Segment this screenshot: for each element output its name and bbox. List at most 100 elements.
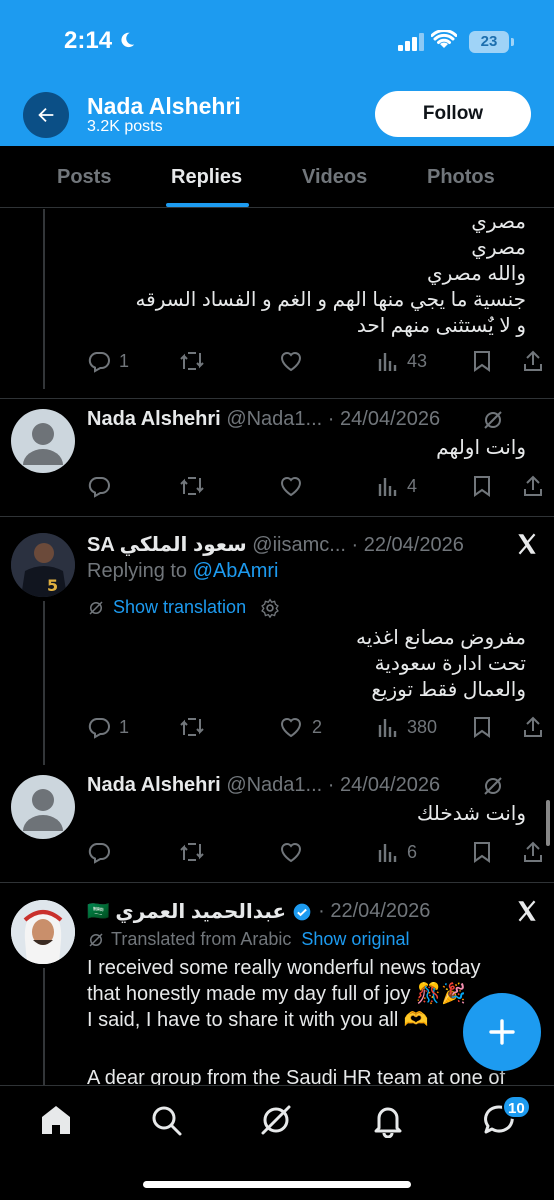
scrollbar-thumb[interactable] bbox=[546, 800, 550, 846]
views-button[interactable]: 4 bbox=[377, 471, 417, 501]
reply-count: 1 bbox=[119, 350, 130, 371]
tab-videos[interactable]: Videos bbox=[302, 146, 367, 208]
avatar[interactable] bbox=[11, 900, 75, 964]
replying-to-handle[interactable]: @AbAmri bbox=[193, 560, 279, 582]
battery-nub bbox=[511, 38, 514, 46]
views-count: 4 bbox=[407, 475, 418, 496]
default-avatar-icon bbox=[23, 789, 63, 831]
post-date[interactable]: · 22/04/2026 bbox=[352, 534, 464, 556]
compose-icon bbox=[489, 1019, 515, 1045]
post-date[interactable]: · 24/04/2026 bbox=[328, 408, 440, 430]
post-text-line: و لا يٌستثنى منهم احد bbox=[356, 315, 526, 337]
bookmark-icon bbox=[474, 717, 490, 738]
reply-count: 1 bbox=[119, 716, 130, 737]
home-icon[interactable] bbox=[38, 1102, 74, 1138]
reply-button[interactable]: 1 bbox=[87, 346, 129, 376]
profile-name: Nada Alshehri bbox=[87, 93, 241, 119]
views-button[interactable]: 43 bbox=[377, 346, 427, 376]
compose-button[interactable] bbox=[463, 993, 541, 1071]
player-avatar-image: 5 bbox=[11, 533, 75, 597]
translated-from-label: Translated from Arabic bbox=[111, 929, 292, 949]
bookmark-button[interactable] bbox=[472, 712, 492, 742]
reply-button[interactable] bbox=[87, 837, 111, 867]
replying-prefix: Replying to bbox=[87, 560, 188, 582]
views-icon bbox=[378, 478, 397, 496]
author-handle[interactable]: @Nada1... bbox=[226, 408, 322, 430]
share-button[interactable] bbox=[522, 471, 544, 501]
author-handle[interactable]: @iisamc... bbox=[252, 534, 346, 556]
grok-icon[interactable] bbox=[481, 408, 505, 432]
like-button[interactable] bbox=[278, 837, 304, 867]
tab-replies[interactable]: Replies bbox=[171, 146, 242, 208]
post-author-line: SA سعود الملكي @iisamc... · 22/04/2026 bbox=[87, 532, 464, 557]
author-handle[interactable]: @Nada1... bbox=[226, 774, 322, 796]
follow-button[interactable]: Follow bbox=[375, 91, 531, 137]
author-name[interactable]: Nada Alshehri bbox=[87, 774, 221, 796]
share-button[interactable] bbox=[522, 837, 544, 867]
author-name[interactable]: Nada Alshehri bbox=[87, 408, 221, 430]
share-button[interactable] bbox=[522, 712, 544, 742]
reply-icon bbox=[88, 843, 110, 864]
thread-line bbox=[43, 209, 45, 389]
repost-button[interactable] bbox=[179, 471, 205, 501]
grok-icon[interactable] bbox=[481, 774, 505, 798]
gear-icon[interactable] bbox=[260, 597, 280, 618]
bookmark-button[interactable] bbox=[472, 346, 492, 376]
author-name[interactable]: عبدالحميد العمري bbox=[115, 899, 286, 924]
home-indicator[interactable] bbox=[143, 1181, 411, 1188]
bookmark-button[interactable] bbox=[472, 837, 492, 867]
search-icon[interactable] bbox=[148, 1102, 184, 1138]
bookmark-button[interactable] bbox=[472, 471, 492, 501]
bookmark-icon bbox=[474, 842, 490, 863]
reply-icon bbox=[88, 352, 110, 373]
reply-author-line: Nada Alshehri @Nada1... · 24/04/2026 bbox=[87, 774, 440, 797]
repost-button[interactable] bbox=[179, 837, 205, 867]
like-button[interactable] bbox=[278, 346, 304, 376]
post-date[interactable]: · 24/04/2026 bbox=[328, 774, 440, 796]
author-name[interactable]: SA سعود الملكي bbox=[87, 534, 247, 556]
views-button[interactable]: 6 bbox=[377, 837, 417, 867]
post-text-line: مفروض مصانع اغذيه bbox=[356, 627, 526, 649]
bell-icon[interactable] bbox=[370, 1102, 406, 1138]
show-original-link[interactable]: Show original bbox=[301, 929, 409, 950]
repost-button[interactable] bbox=[179, 712, 205, 742]
repost-icon bbox=[180, 718, 204, 736]
reply-text: وانت شدخلك bbox=[416, 803, 526, 825]
replies-feed[interactable]: مصري مصري والله مصري جنسية ما يجي منها ا… bbox=[0, 209, 554, 1085]
grok-icon bbox=[89, 600, 103, 615]
moon-icon bbox=[121, 32, 135, 48]
like-button[interactable] bbox=[278, 471, 304, 501]
post-divider bbox=[0, 398, 554, 399]
reply-button[interactable] bbox=[87, 471, 111, 501]
reply-button[interactable]: 1 bbox=[87, 712, 129, 742]
post-date[interactable]: · 22/04/2026 bbox=[318, 900, 430, 923]
grok-icon[interactable] bbox=[258, 1102, 294, 1138]
saudi-flag-icon: 🇸🇦 bbox=[87, 901, 110, 921]
translation-row: Translated from Arabic Show original bbox=[87, 929, 409, 950]
tab-posts[interactable]: Posts bbox=[57, 146, 111, 208]
grok-icon bbox=[89, 932, 103, 947]
avatar[interactable] bbox=[11, 409, 75, 473]
repost-icon bbox=[180, 477, 204, 495]
avatar[interactable] bbox=[11, 775, 75, 839]
like-count: 2 bbox=[312, 716, 323, 737]
reply-icon bbox=[88, 477, 110, 498]
show-translation-link[interactable]: Show translation bbox=[113, 597, 246, 618]
avatar[interactable]: 5 bbox=[11, 533, 75, 597]
post-text-line: I said, I have to share it with you all … bbox=[87, 1009, 429, 1031]
back-button[interactable] bbox=[23, 92, 69, 138]
like-button[interactable]: 2 bbox=[278, 712, 322, 742]
views-button[interactable]: 380 bbox=[377, 712, 437, 742]
x-logo-icon[interactable] bbox=[514, 531, 540, 557]
post-author-line: 🇸🇦 عبدالحميد العمري · 22/04/2026 bbox=[87, 899, 430, 924]
thread-line bbox=[43, 968, 45, 1085]
x-logo-icon[interactable] bbox=[514, 898, 540, 924]
tab-photos[interactable]: Photos bbox=[427, 146, 495, 208]
share-icon bbox=[524, 350, 542, 371]
repost-icon bbox=[180, 843, 204, 861]
post-actions: 1 43 bbox=[87, 346, 547, 376]
post-actions: 1 2 380 bbox=[87, 712, 547, 742]
like-icon bbox=[280, 843, 302, 863]
repost-button[interactable] bbox=[179, 346, 205, 376]
share-button[interactable] bbox=[522, 346, 544, 376]
